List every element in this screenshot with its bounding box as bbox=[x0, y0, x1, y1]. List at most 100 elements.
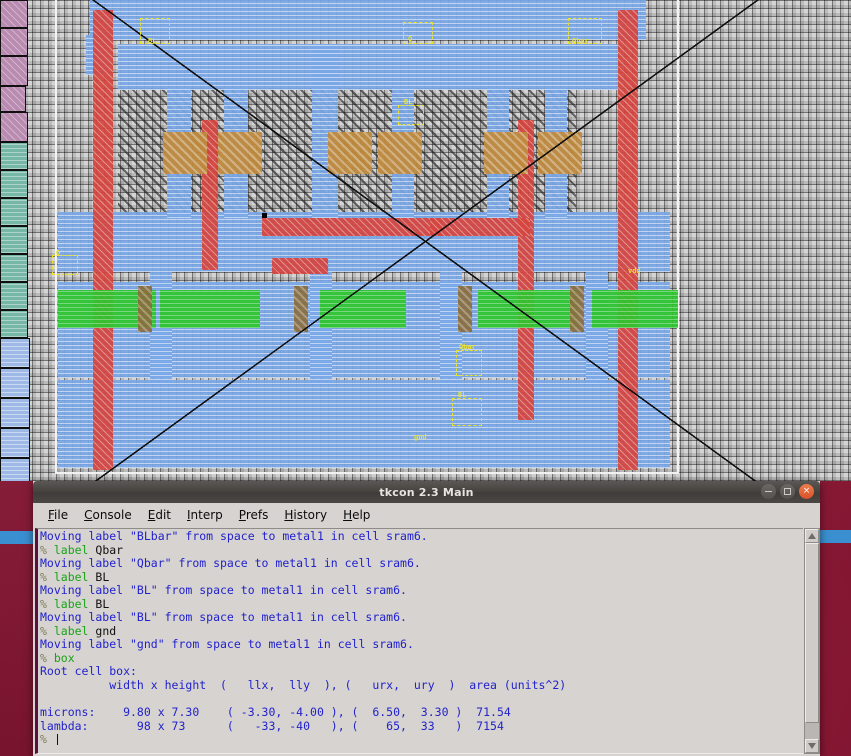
via-lower-right[interactable] bbox=[0, 112, 28, 142]
console-argument: gnd bbox=[88, 623, 117, 638]
console-command: label bbox=[53, 542, 89, 557]
metal1-bottom-field bbox=[58, 380, 670, 468]
label-gnd: gnd bbox=[414, 433, 427, 441]
console-output-line: Root cell box: bbox=[40, 664, 137, 679]
pdiff-pad-2 bbox=[218, 132, 262, 174]
minimize-button[interactable] bbox=[761, 484, 776, 499]
menubar[interactable]: File Console Edit Interp Prefs History H… bbox=[33, 503, 820, 527]
via-top-left[interactable] bbox=[0, 0, 28, 28]
text-caret bbox=[56, 734, 58, 746]
label-qbar-top: Qbar bbox=[572, 37, 589, 45]
menu-interp[interactable]: Interp bbox=[180, 506, 230, 524]
contact-row2-1[interactable] bbox=[0, 142, 28, 170]
console-active-prompt: % bbox=[40, 732, 54, 747]
labelbox-q-left bbox=[52, 255, 78, 275]
poly-strip-1 bbox=[138, 286, 152, 332]
menu-prefs[interactable]: Prefs bbox=[232, 506, 276, 524]
poly-strip-2 bbox=[294, 286, 308, 332]
contact-pdiff-3[interactable] bbox=[0, 398, 30, 428]
metal1-vstrap-8 bbox=[310, 272, 332, 384]
contact-pdiff-1[interactable] bbox=[0, 338, 30, 368]
console-area: Moving label "BLbar" from space to metal… bbox=[33, 526, 820, 756]
tkcon-window[interactable]: tkcon 2.3 Main × File Console Edit Inter… bbox=[33, 481, 820, 756]
labelbox-bl-mid bbox=[398, 105, 424, 125]
console-output-line: lambda: 98 x 73 ( -33, -40 ), ( 65, 33 )… bbox=[40, 718, 504, 733]
taskbar-fleck-left[interactable] bbox=[0, 531, 33, 544]
menu-help[interactable]: Help bbox=[336, 506, 377, 524]
console-output-line: Moving label "Qbar" from space to metal1… bbox=[40, 556, 421, 571]
scrollbar-track[interactable] bbox=[805, 543, 819, 739]
console-prompt: % bbox=[40, 650, 54, 665]
ndiff-band-mid-1 bbox=[160, 290, 260, 328]
console-argument: Qbar bbox=[88, 542, 124, 557]
chevron-down-icon bbox=[808, 743, 816, 749]
contact-row2-5[interactable] bbox=[0, 254, 28, 282]
vertical-scrollbar[interactable] bbox=[804, 528, 820, 754]
label-q-top: Q bbox=[408, 35, 413, 43]
console-argument: BL bbox=[88, 569, 110, 584]
console-command: box bbox=[53, 650, 75, 665]
pdiff-pad-4 bbox=[378, 132, 422, 174]
label-bl-mid: BL bbox=[404, 98, 413, 106]
maximize-button[interactable] bbox=[780, 484, 795, 499]
contact-row2-4[interactable] bbox=[0, 226, 28, 254]
tkcon-titlebar[interactable]: tkcon 2.3 Main × bbox=[33, 481, 820, 503]
contact-row2-6[interactable] bbox=[0, 282, 28, 310]
contact-pdiff-5[interactable] bbox=[0, 458, 30, 481]
menu-file[interactable]: File bbox=[41, 506, 75, 524]
ndiff-band-mid-3 bbox=[478, 290, 578, 328]
console-command: label bbox=[53, 623, 89, 638]
console-output-line: Moving label "BLbar" from space to metal… bbox=[40, 529, 428, 543]
scrollbar-thumb[interactable] bbox=[805, 543, 819, 724]
poly-strip-3 bbox=[458, 286, 472, 332]
maximize-icon bbox=[784, 488, 791, 495]
console-prompt: % bbox=[40, 623, 54, 638]
chevron-up-icon bbox=[808, 533, 816, 539]
close-button[interactable]: × bbox=[799, 484, 814, 499]
contact-row2-2[interactable] bbox=[0, 170, 28, 198]
console-output-line: Moving label "BL" from space to metal1 i… bbox=[40, 583, 407, 598]
via-mid-center[interactable] bbox=[0, 56, 28, 86]
edit-cursor-point bbox=[262, 213, 267, 218]
metal2-rail-left bbox=[93, 10, 113, 470]
console-prompt: % bbox=[40, 542, 54, 557]
console-argument: BL bbox=[88, 596, 110, 611]
console-prompt: % bbox=[40, 596, 54, 611]
console-output-line: Moving label "gnd" from space to metal1 … bbox=[40, 637, 414, 652]
metal1-top-rail bbox=[90, 0, 646, 40]
metal1-row-a bbox=[118, 44, 618, 90]
label-qbar-low: Qbar bbox=[459, 343, 476, 351]
contact-pdiff-2[interactable] bbox=[0, 368, 30, 398]
console-output-line: Moving label "BL" from space to metal1 i… bbox=[40, 610, 407, 625]
console-prompt: % bbox=[40, 569, 54, 584]
contact-row2-3[interactable] bbox=[0, 198, 28, 226]
metal2-rail-right bbox=[618, 10, 638, 470]
minimize-icon bbox=[765, 490, 772, 493]
metal2-h-branch-2 bbox=[272, 258, 328, 274]
contact-row2-7[interactable] bbox=[0, 310, 28, 338]
ndiff-band-right bbox=[592, 290, 678, 328]
menu-edit[interactable]: Edit bbox=[141, 506, 178, 524]
label-bl-top: BL bbox=[148, 37, 157, 45]
magic-layout-canvas[interactable]: Q BL Qbar BL Q Qbar BL gnd vdd bbox=[0, 0, 851, 481]
console-output-line: microns: 9.80 x 7.30 ( -3.30, -4.00 ), (… bbox=[40, 705, 511, 720]
window-title: tkcon 2.3 Main bbox=[379, 485, 474, 499]
pdiff-pad-5 bbox=[484, 132, 528, 174]
contact-pdiff-4[interactable] bbox=[0, 428, 30, 458]
scroll-down-arrow[interactable] bbox=[805, 739, 819, 753]
label-vdd: vdd bbox=[628, 267, 641, 275]
menu-console[interactable]: Console bbox=[77, 506, 139, 524]
console-command: label bbox=[53, 596, 89, 611]
scroll-up-arrow[interactable] bbox=[805, 529, 819, 543]
labelbox-bl-low bbox=[452, 398, 482, 426]
menu-history[interactable]: History bbox=[277, 506, 334, 524]
via-top-right[interactable] bbox=[0, 28, 28, 56]
poly-strip-4 bbox=[570, 286, 584, 332]
close-icon: × bbox=[802, 486, 811, 496]
window-controls: × bbox=[761, 484, 814, 499]
metal1-vstrap-3 bbox=[312, 44, 338, 218]
console-output-line: width x height ( llx, lly ), ( urx, ury … bbox=[40, 678, 567, 693]
console-text[interactable]: Moving label "BLbar" from space to metal… bbox=[35, 528, 803, 754]
via-mid-center-2[interactable] bbox=[0, 86, 26, 112]
console-command: label bbox=[53, 569, 89, 584]
